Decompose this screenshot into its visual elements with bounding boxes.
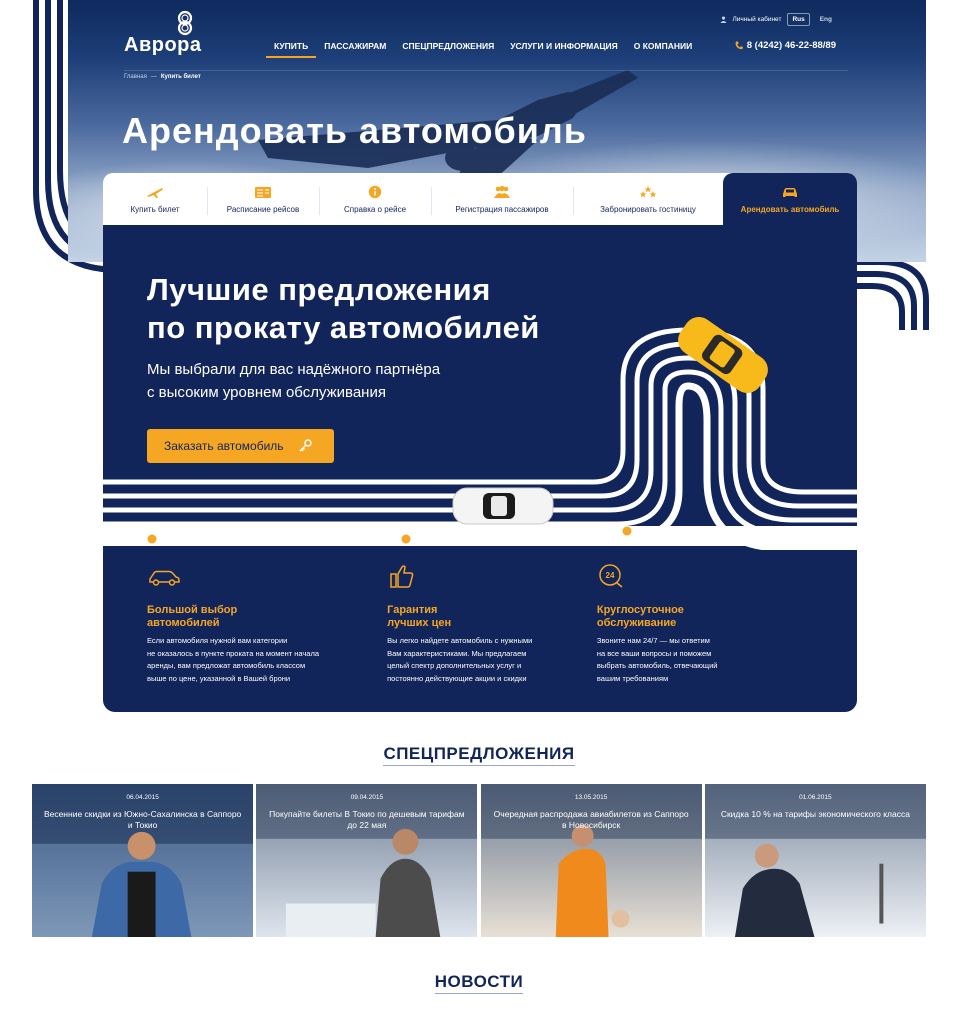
offer-card[interactable]: 06.04.2015 Весенние скидки из Южно-Сахал… — [32, 784, 254, 938]
order-car-button[interactable]: Заказать автомобиль — [147, 429, 334, 463]
feature-text: Звоните нам 24/7 — мы ответим на все ваш… — [596, 636, 718, 683]
offer-photo — [256, 784, 478, 938]
breadcrumb-separator: — — [150, 74, 157, 80]
lang-rus[interactable]: Rus — [787, 13, 810, 26]
features: Большой выбор автомобилей Если автомобил… — [147, 563, 837, 685]
key-icon — [299, 439, 312, 452]
service-tabs: Купить билет Расписание рейсов Справка о… — [103, 173, 857, 225]
info-icon — [368, 185, 382, 198]
feature-title: Большой выбор автомобилей — [147, 604, 238, 629]
passengers-icon — [494, 185, 510, 198]
news-title: Новости — [0, 972, 958, 994]
tab-label: Справка о рейсе — [343, 204, 407, 214]
offer-date: 01.06.2015 — [799, 794, 832, 801]
logo[interactable]: Аврора — [124, 10, 202, 57]
offer-card[interactable]: 13.05.2015 Очередная распродажа авиабиле… — [480, 784, 702, 938]
feature-24-7-service: 24 Круглосуточное обслуживание Звоните н… — [597, 563, 837, 685]
offer-title: Очередная распродажа авиабилетов из Сапп… — [493, 809, 689, 830]
tab-label: Купить билет — [130, 204, 180, 214]
phone-number[interactable]: 8 (4242) 46-22-88/89 — [735, 40, 836, 51]
tab-buy-ticket[interactable]: Купить билет — [103, 173, 207, 225]
svg-text:24: 24 — [605, 571, 614, 580]
breadcrumb-home[interactable]: Главная — [124, 74, 147, 80]
phone-text: 8 (4242) 46-22-88/89 — [746, 40, 836, 51]
tab-label: Арендовать автомобиль — [740, 204, 840, 214]
tab-hotel[interactable]: Забронировать гостиницу — [573, 173, 723, 225]
promo-subtitle: Мы выбрали для вас надёжного партнёра с … — [147, 358, 440, 404]
tab-car-rental[interactable]: Арендовать автомобиль — [723, 173, 857, 225]
nav-item-services[interactable]: Услуги и информация — [502, 40, 626, 58]
promo-heading-line2: по прокату автомобилей — [147, 310, 540, 345]
account-link[interactable]: Личный кабинет — [733, 16, 782, 23]
header-divider — [124, 70, 848, 71]
nav-item-buy[interactable]: Купить — [266, 40, 317, 58]
tab-flight-info[interactable]: Справка о рейсе — [319, 173, 431, 225]
schedule-board-icon — [255, 186, 271, 198]
tab-label: Забронировать гостиницу — [600, 204, 696, 214]
tab-schedule[interactable]: Расписание рейсов — [207, 173, 319, 225]
offer-title: Весенние скидки из Южно-Сахалинска в Сап… — [43, 809, 242, 830]
feature-title: Гарантия лучших цен — [387, 604, 452, 629]
car-icon — [783, 187, 797, 197]
offer-date: 09.04.2015 — [350, 794, 384, 801]
feature-text: Если автомобиля нужной вам категории не … — [147, 636, 320, 683]
offer-photo — [704, 784, 926, 938]
special-offers-title: Спецпредложения — [0, 744, 958, 766]
breadcrumb-current: Купить билет — [160, 74, 201, 80]
white-car — [452, 487, 554, 525]
support-24-icon: 24 — [599, 564, 623, 588]
page-title: Арендовать автомобиль — [122, 110, 587, 151]
top-utility-bar: Личный кабинет Rus Eng — [719, 13, 836, 26]
special-offers-title-text: Спецпредложения — [383, 744, 575, 766]
news-title-text: Новости — [434, 972, 524, 994]
person-icon — [719, 16, 727, 23]
offer-title: Скидка 10 % на тарифы экономического кла… — [720, 809, 910, 819]
promo-sub-line1: Мы выбрали для вас надёжного партнёра — [147, 361, 441, 378]
stars-icon — [639, 185, 657, 197]
tab-check-in[interactable]: Регистрация пассажиров — [431, 173, 573, 225]
thumbs-up-icon — [390, 565, 414, 588]
feature-large-selection: Большой выбор автомобилей Если автомобил… — [147, 563, 387, 685]
offer-date: 13.05.2015 — [574, 794, 608, 801]
offer-photo — [32, 784, 254, 938]
car-rental-promo-panel: Лучшие предложения по прокату автомобиле… — [103, 225, 857, 712]
phone-icon — [735, 41, 743, 50]
feature-best-price: Гарантия лучших цен Вы легко найдете авт… — [387, 563, 597, 685]
nav-item-special-offers[interactable]: Спецпредложения — [394, 40, 502, 58]
tab-label: Расписание рейсов — [226, 204, 300, 214]
special-offers-list: 06.04.2015 Весенние скидки из Южно-Сахал… — [32, 784, 926, 938]
car-outline-icon — [149, 570, 180, 586]
lang-eng[interactable]: Eng — [816, 14, 836, 25]
promo-sub-line2: с высоким уровнем обслуживания — [147, 384, 386, 401]
promo-heading: Лучшие предложения по прокату автомобиле… — [147, 271, 540, 347]
promo-heading-line1: Лучшие предложения — [147, 272, 491, 307]
offer-card[interactable]: 09.04.2015 Покупайте билеты В Токио по д… — [256, 784, 478, 938]
plane-icon — [147, 187, 163, 198]
tab-label: Регистрация пассажиров — [455, 204, 549, 214]
logo-text: Аврора — [124, 34, 202, 56]
road-markers — [147, 526, 632, 544]
offer-photo — [480, 784, 702, 938]
feature-title: Круглосуточное обслуживание — [596, 604, 684, 629]
logo-mark-icon — [177, 10, 193, 36]
offer-date: 06.04.2015 — [126, 794, 159, 801]
main-nav: Купить Пассажирам Спецпредложения Услуги… — [266, 40, 700, 58]
offer-card[interactable]: 01.06.2015 Скидка 10 % на тарифы экономи… — [704, 784, 926, 938]
offer-title: Покупайте билеты В Токио по дешевым тари… — [269, 809, 465, 830]
order-car-label: Заказать автомобиль — [164, 439, 284, 453]
feature-text: Вы легко найдете автомобиль с нужными Ва… — [387, 636, 533, 683]
nav-item-about[interactable]: О компании — [626, 40, 700, 58]
nav-item-passengers[interactable]: Пассажирам — [316, 40, 394, 58]
breadcrumb: Главная — Купить билет — [124, 74, 201, 80]
